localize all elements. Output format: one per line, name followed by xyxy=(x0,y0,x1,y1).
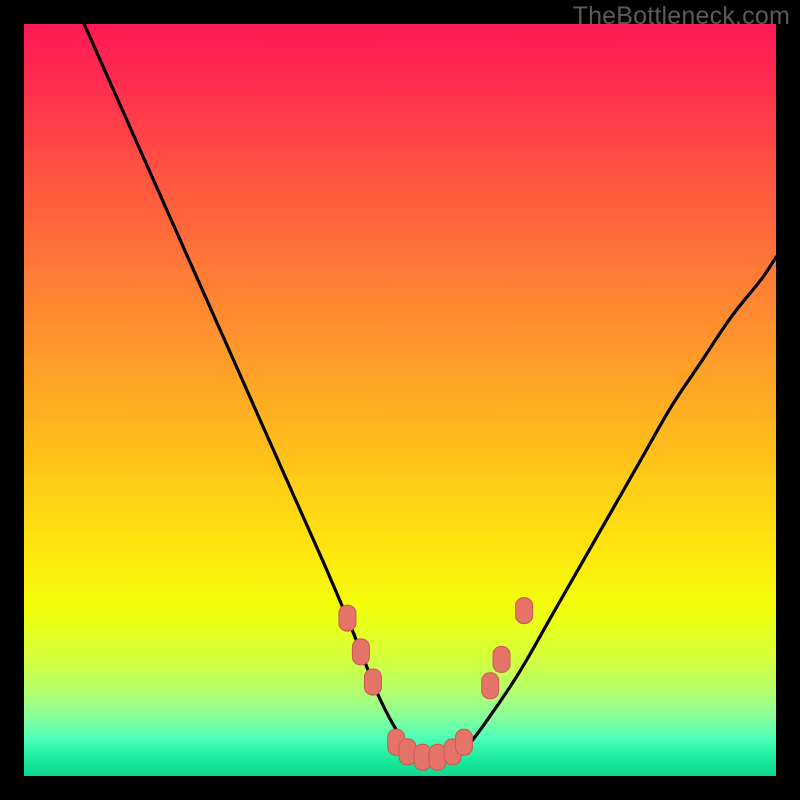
curve-marker xyxy=(482,673,499,699)
chart-svg xyxy=(24,24,776,776)
chart-frame: TheBottleneck.com xyxy=(0,0,800,800)
curve-marker xyxy=(399,739,416,765)
marker-layer xyxy=(339,598,533,771)
bottleneck-curve xyxy=(84,24,776,761)
curve-marker xyxy=(516,598,533,624)
curve-marker xyxy=(352,639,369,665)
curve-marker xyxy=(493,646,510,672)
curve-marker xyxy=(364,669,381,695)
curve-marker xyxy=(414,744,431,770)
plot-area xyxy=(24,24,776,776)
curve-marker xyxy=(429,744,446,770)
curve-marker xyxy=(339,605,356,631)
watermark-text: TheBottleneck.com xyxy=(573,2,790,31)
curve-marker xyxy=(455,729,472,755)
curve-layer xyxy=(84,24,776,761)
